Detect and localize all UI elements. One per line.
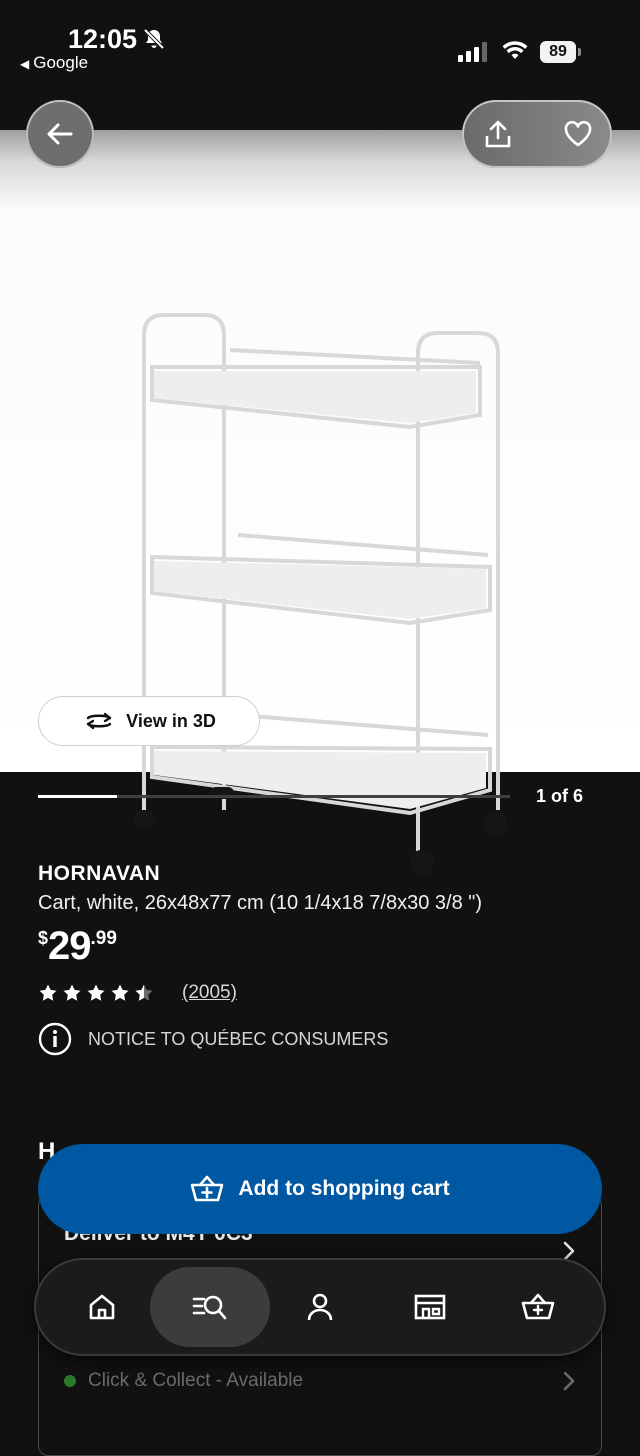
click-collect-row[interactable]: Click & Collect - Available — [64, 1370, 303, 1392]
back-triangle-icon: ◀ — [20, 57, 30, 71]
cart-icon — [521, 1293, 555, 1320]
add-to-cart-label: Add to shopping cart — [238, 1177, 450, 1200]
view-in-3d-button[interactable]: View in 3D — [38, 696, 260, 746]
price-whole: 29 — [48, 924, 91, 968]
tab-stores[interactable] — [380, 1258, 480, 1356]
click-collect-label: Click & Collect - Available — [88, 1370, 304, 1391]
product-price: $29.99 — [38, 924, 117, 969]
profile-icon — [307, 1293, 333, 1321]
quebec-notice-link[interactable]: NOTICE TO QUÉBEC CONSUMERS — [38, 1022, 388, 1056]
back-to-app-link[interactable]: ◀ Google — [20, 53, 88, 73]
battery-tip — [578, 48, 581, 56]
search-icon — [192, 1295, 227, 1320]
star-icon — [135, 984, 153, 1001]
tab-profile[interactable] — [270, 1258, 370, 1356]
back-button[interactable] — [26, 100, 94, 168]
gallery-progress-fill — [38, 795, 117, 798]
reviews-count-link[interactable]: (2005) — [182, 982, 237, 1004]
product-image-gallery[interactable] — [0, 130, 640, 876]
bell-muted-icon — [143, 28, 165, 50]
gallery-progress-bar — [38, 795, 510, 798]
star-icon — [39, 984, 57, 1001]
star-icon — [87, 984, 105, 1001]
heart-icon — [564, 120, 592, 147]
product-image-cart — [134, 313, 507, 876]
cellular-signal-icon — [458, 42, 487, 62]
bottom-tab-bar — [34, 1258, 606, 1356]
favorite-button[interactable] — [558, 114, 598, 154]
rotate-3d-icon — [86, 712, 112, 730]
product-name: HORNAVAN — [38, 862, 161, 885]
add-to-cart-button[interactable]: Add to shopping cart — [38, 1144, 602, 1234]
quebec-notice-label: NOTICE TO QUÉBEC CONSUMERS — [88, 1028, 389, 1049]
product-description: Cart, white, 26x48x77 cm (10 1/4x18 7/8x… — [38, 892, 483, 914]
star-icon — [63, 984, 81, 1001]
clock: 12:05 — [68, 24, 138, 54]
chevron-right-icon — [563, 1371, 575, 1391]
top-actions-pill — [462, 100, 612, 168]
availability-dot — [64, 1375, 76, 1387]
tab-home[interactable] — [52, 1258, 152, 1356]
info-icon — [38, 1022, 72, 1056]
back-app-label: Google — [33, 53, 89, 72]
store-icon — [414, 1294, 446, 1320]
arrow-left-icon — [47, 123, 73, 145]
share-icon — [485, 120, 511, 148]
price-decimal: .99 — [90, 928, 117, 949]
wifi-icon — [502, 41, 528, 59]
gallery-counter: 1 of 6 — [536, 786, 584, 806]
star-icon — [111, 984, 129, 1001]
view-in-3d-label: View in 3D — [126, 710, 216, 731]
share-button[interactable] — [478, 114, 518, 154]
battery-indicator: 89 — [540, 41, 576, 63]
tab-search[interactable] — [150, 1267, 270, 1347]
price-currency: $ — [38, 928, 49, 948]
basket-plus-icon — [191, 1175, 224, 1202]
rating-stars[interactable] — [38, 983, 154, 1003]
tab-cart[interactable] — [488, 1258, 588, 1356]
home-icon — [89, 1294, 115, 1320]
